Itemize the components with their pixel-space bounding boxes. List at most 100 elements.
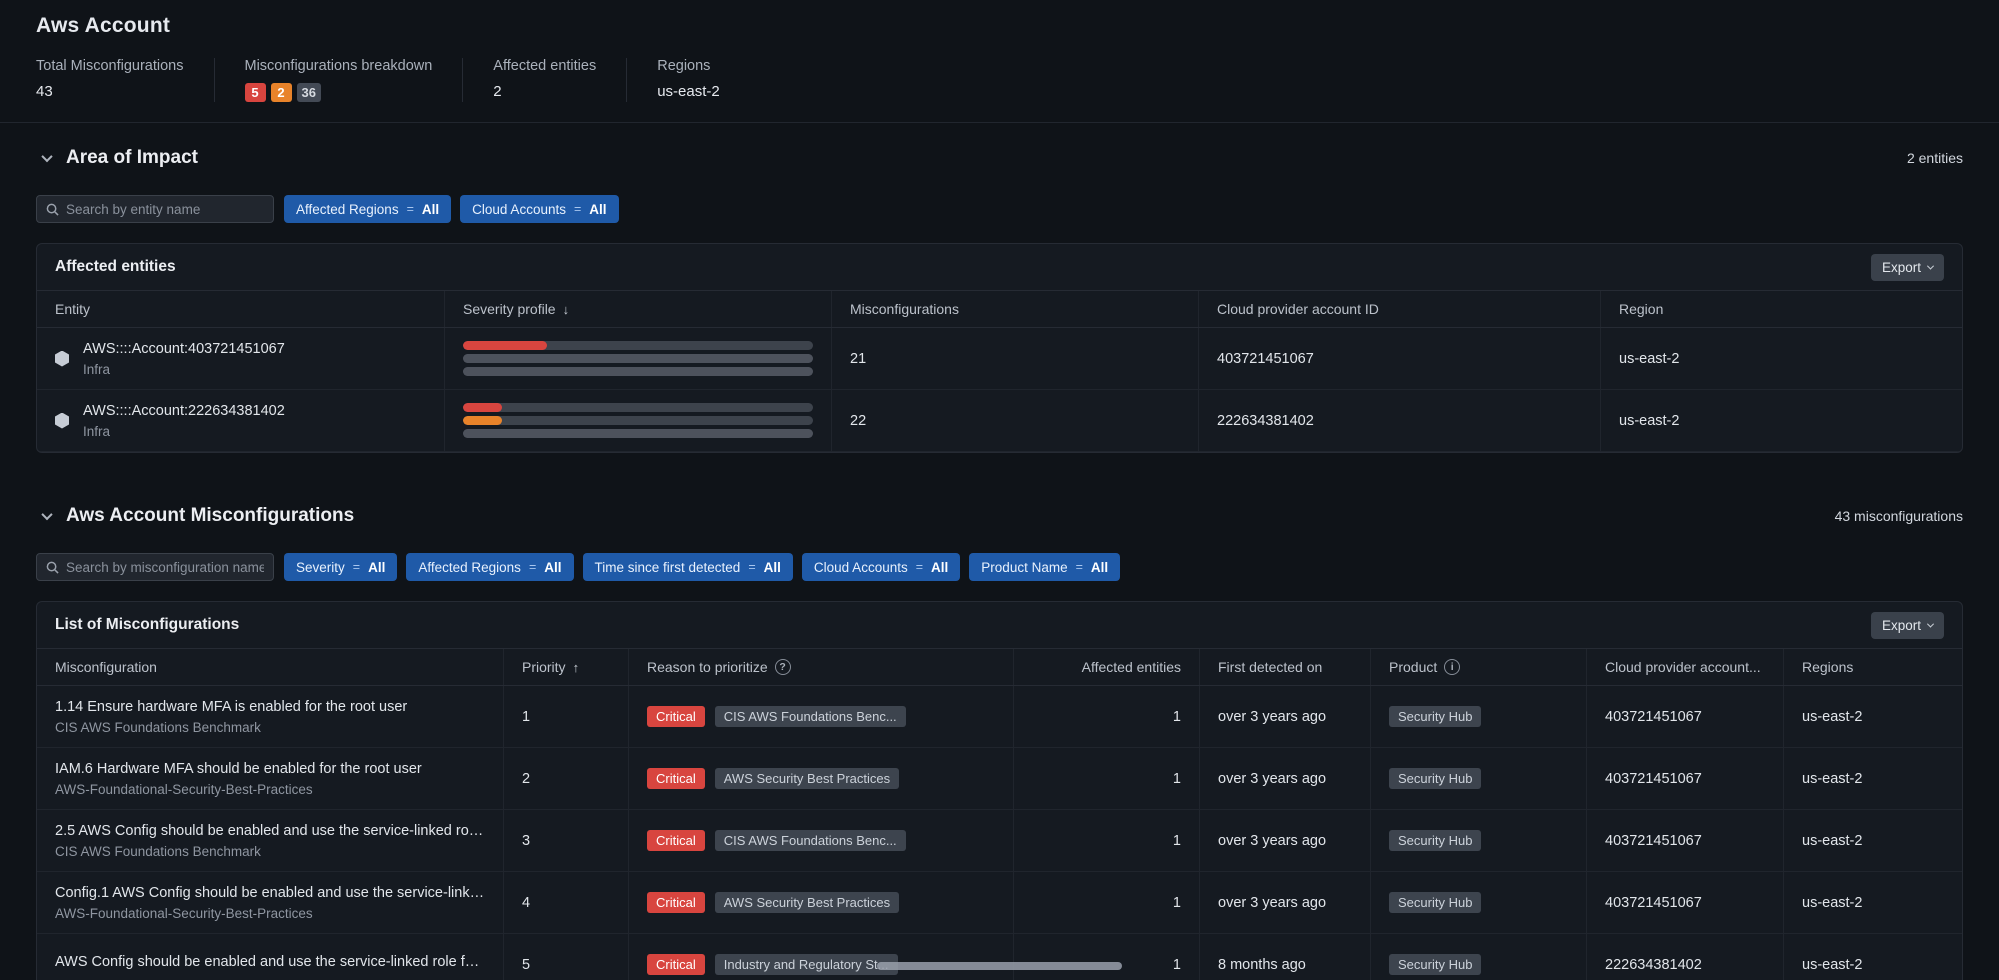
table-row[interactable]: AWS::::Account:403721451067Infra21403721…: [37, 328, 1962, 390]
section-title-misconfigurations: Aws Account Misconfigurations: [66, 505, 354, 527]
product-cell: Security Hub: [1371, 686, 1587, 747]
affected-entities-cell: 1: [1014, 934, 1200, 980]
filter-chip-cloud-accounts[interactable]: Cloud Accounts=All: [460, 195, 618, 223]
reason-chip: AWS Security Best Practices: [715, 768, 899, 789]
reason-chip: Industry and Regulatory St...: [715, 954, 898, 975]
filter-value: All: [1091, 560, 1108, 575]
filter-chip-severity[interactable]: Severity=All: [284, 553, 397, 581]
search-icon: [46, 203, 59, 216]
column-header-first-detected-on[interactable]: First detected on: [1200, 649, 1371, 685]
column-header-regions[interactable]: Regions: [1784, 649, 1962, 685]
stat-label: Misconfigurations breakdown: [245, 58, 433, 74]
filter-operator: =: [529, 560, 536, 574]
product-chip: Security Hub: [1389, 954, 1481, 975]
regions-cell: us-east-2: [1784, 748, 1962, 809]
chevron-down-icon[interactable]: [36, 505, 58, 527]
export-button[interactable]: Export: [1871, 612, 1944, 639]
misconfiguration-text: Config.1 AWS Config should be enabled an…: [55, 885, 485, 921]
column-header-misconfigurations[interactable]: Misconfigurations: [832, 291, 1199, 327]
product-cell: Security Hub: [1371, 934, 1587, 980]
table-row[interactable]: Config.1 AWS Config should be enabled an…: [37, 872, 1962, 934]
affected-entities-table-header: Entity Severity profile↓Misconfigurations…: [37, 290, 1962, 328]
reason-chip: CIS AWS Foundations Benc...: [715, 706, 906, 727]
help-icon[interactable]: ?: [775, 659, 791, 675]
entities-count: 2 entities: [1907, 150, 1963, 166]
chevron-down-icon[interactable]: [36, 147, 58, 169]
stat-affected-entities: Affected entities2: [462, 58, 626, 102]
horizontal-scrollbar[interactable]: [877, 962, 1122, 970]
filter-chip-affected-regions[interactable]: Affected Regions=All: [284, 195, 451, 223]
table-row[interactable]: 2.5 AWS Config should be enabled and use…: [37, 810, 1962, 872]
priority-cell: 1: [504, 686, 629, 747]
column-label: Entity: [55, 301, 90, 317]
filter-chip-affected-regions[interactable]: Affected Regions=All: [406, 553, 573, 581]
area-of-impact-section: Area of Impact 2 entities Affected Regio…: [0, 147, 1999, 453]
info-icon[interactable]: i: [1444, 659, 1460, 675]
region-cell: us-east-2: [1601, 390, 1962, 451]
entity-search-input[interactable]: [66, 202, 264, 217]
entity-search[interactable]: [36, 195, 274, 223]
column-header-entity[interactable]: Entity: [37, 291, 445, 327]
table-row[interactable]: AWS::::Account:222634381402Infra22222634…: [37, 390, 1962, 452]
table-row[interactable]: IAM.6 Hardware MFA should be enabled for…: [37, 748, 1962, 810]
export-button[interactable]: Export: [1871, 254, 1944, 281]
column-header-priority[interactable]: Priority↑: [504, 649, 629, 685]
column-header-cloud-provider-account-id[interactable]: Cloud provider account ID: [1199, 291, 1601, 327]
column-header-misconfiguration[interactable]: Misconfiguration: [37, 649, 504, 685]
priority-cell: 3: [504, 810, 629, 871]
column-header-severity-profile[interactable]: Severity profile↓: [445, 291, 832, 327]
entity-hexagon-icon: [55, 351, 69, 367]
misconfiguration-search[interactable]: [36, 553, 274, 581]
critical-severity-badge: Critical: [647, 706, 705, 727]
divider: [0, 122, 1999, 123]
product-chip: Security Hub: [1389, 892, 1481, 913]
severity-bar-fill: [463, 341, 547, 350]
misconfiguration-search-input[interactable]: [66, 560, 264, 575]
product-chip: Security Hub: [1389, 830, 1481, 851]
card-title-affected-entities: Affected entities: [55, 258, 176, 276]
filter-label: Time since first detected: [595, 560, 741, 575]
column-header-region[interactable]: Region: [1601, 291, 1962, 327]
filter-operator: =: [353, 560, 360, 574]
account-id-cell: 403721451067: [1587, 872, 1784, 933]
stat-total-misconfigurations: Total Misconfigurations43: [36, 58, 214, 102]
critical-severity-badge: Critical: [647, 768, 705, 789]
filter-operator: =: [1076, 560, 1083, 574]
reason-to-prioritize-cell: Critical CIS AWS Foundations Benc...: [629, 686, 1014, 747]
account-id-cell: 403721451067: [1587, 686, 1784, 747]
column-header-product[interactable]: Producti: [1371, 649, 1587, 685]
regions-cell: us-east-2: [1784, 872, 1962, 933]
misconfigurations-toolbar: Severity=All Affected Regions=All Time sin…: [36, 553, 1963, 581]
entity-cell: AWS::::Account:222634381402Infra: [37, 390, 445, 451]
misconfiguration-text: 2.5 AWS Config should be enabled and use…: [55, 823, 485, 859]
column-header-reason-to-prioritize[interactable]: Reason to prioritize?: [629, 649, 1014, 685]
entity-name: AWS::::Account:222634381402: [83, 403, 285, 419]
filter-chip-product-name[interactable]: Product Name=All: [969, 553, 1120, 581]
section-title-area-of-impact: Area of Impact: [66, 147, 198, 169]
table-row[interactable]: AWS Config should be enabled and use the…: [37, 934, 1962, 980]
column-header-cloud-provider-account[interactable]: Cloud provider account...: [1587, 649, 1784, 685]
first-detected-cell: over 3 years ago: [1200, 748, 1371, 809]
misconfiguration-cell: AWS Config should be enabled and use the…: [37, 934, 504, 980]
page-title: Aws Account: [0, 0, 1999, 54]
filter-chip-cloud-accounts[interactable]: Cloud Accounts=All: [802, 553, 960, 581]
stat-label: Regions: [657, 58, 720, 74]
column-header-affected-entities[interactable]: Affected entities: [1014, 649, 1200, 685]
stat-label: Affected entities: [493, 58, 596, 74]
card-title-list-of-misconfigurations: List of Misconfigurations: [55, 616, 239, 634]
stat-value: us-east-2: [657, 83, 720, 100]
misconfiguration-framework: AWS-Foundational-Security-Best-Practices: [55, 906, 313, 921]
misconfiguration-text: IAM.6 Hardware MFA should be enabled for…: [55, 761, 422, 797]
affected-entities-cell: 1: [1014, 872, 1200, 933]
first-detected-cell: 8 months ago: [1200, 934, 1371, 980]
filter-chip-time-since-first-detected[interactable]: Time since first detected=All: [583, 553, 793, 581]
account-id-cell: 222634381402: [1587, 934, 1784, 980]
misconfigurations-count-cell: 22: [832, 390, 1199, 451]
affected-entities-card: Affected entities Export Entity Severity …: [36, 243, 1963, 453]
stat-regions: Regions us-east-2: [626, 58, 750, 102]
table-row[interactable]: 1.14 Ensure hardware MFA is enabled for …: [37, 686, 1962, 748]
column-label: First detected on: [1218, 659, 1322, 675]
column-label: Reason to prioritize: [647, 659, 768, 675]
export-label: Export: [1882, 260, 1921, 275]
misconfiguration-title: AWS Config should be enabled and use the…: [55, 954, 485, 970]
